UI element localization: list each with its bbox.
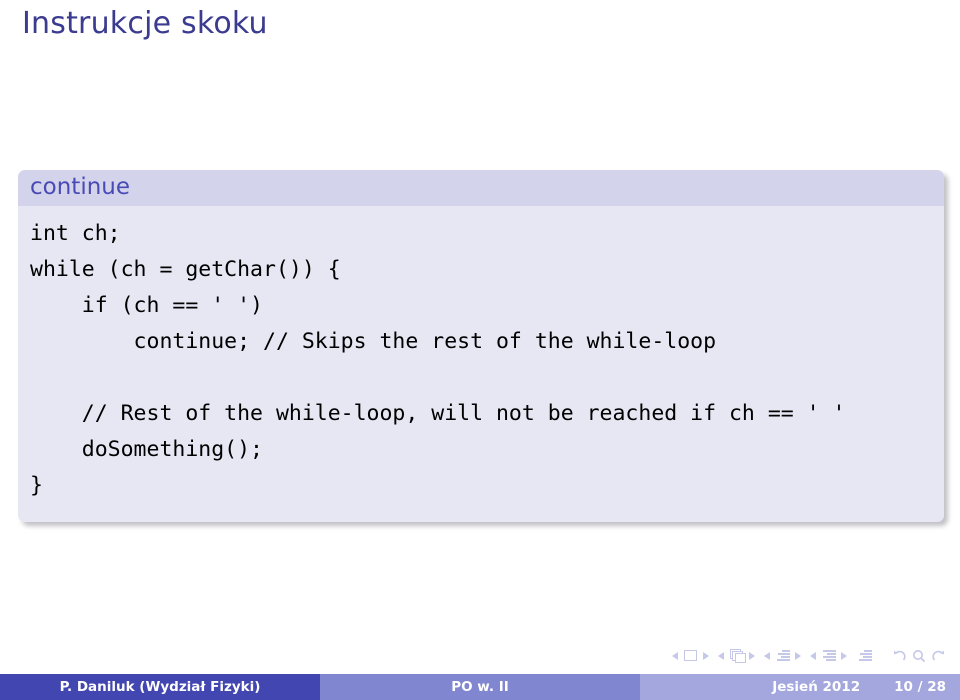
beamer-navigation-bar[interactable] xyxy=(672,648,946,663)
footer-page-number: 10 / 28 xyxy=(894,679,946,695)
forward-icon[interactable] xyxy=(931,649,946,663)
footer-author: P. Daniluk (Wydział Fizyki) xyxy=(0,674,320,700)
previous-frame-icon[interactable] xyxy=(718,651,724,660)
code-block-body: int ch; while (ch = getChar()) { if (ch … xyxy=(18,206,944,523)
previous-slide-icon[interactable] xyxy=(672,651,678,660)
section-navigation-group[interactable] xyxy=(810,648,847,663)
slide-icon[interactable] xyxy=(682,648,699,663)
code-line: continue; // Skips the rest of the while… xyxy=(30,329,717,355)
footer-bar: P. Daniluk (Wydział Fizyki) PO w. II Jes… xyxy=(0,674,960,700)
subsection-icon[interactable] xyxy=(774,648,791,663)
footer-right: Jesień 2012 10 / 28 xyxy=(640,674,960,700)
previous-section-icon[interactable] xyxy=(810,651,816,660)
footer-course: PO w. II xyxy=(320,674,640,700)
subsection-navigation-group[interactable] xyxy=(764,648,801,663)
frame-icon[interactable] xyxy=(728,648,746,663)
previous-subsection-icon[interactable] xyxy=(764,651,770,660)
next-slide-icon[interactable] xyxy=(703,651,709,660)
section-icon[interactable] xyxy=(820,648,837,663)
code-block: continue int ch; while (ch = getChar()) … xyxy=(18,170,944,523)
code-line: while (ch = getChar()) { xyxy=(30,257,341,283)
back-icon[interactable] xyxy=(892,649,907,663)
code-line: // Rest of the while-loop, will not be r… xyxy=(30,401,846,427)
slide-navigation-group[interactable] xyxy=(672,648,709,663)
code-block-title: continue xyxy=(18,170,944,207)
navigation-tools[interactable] xyxy=(892,649,946,663)
presentation-icon[interactable] xyxy=(856,648,873,663)
code-line: if (ch == ' ') xyxy=(30,293,263,319)
next-subsection-icon[interactable] xyxy=(795,651,801,660)
frame-navigation-group[interactable] xyxy=(718,648,755,663)
search-icon[interactable] xyxy=(912,649,926,663)
next-section-icon[interactable] xyxy=(841,651,847,660)
presentation-navigation-group[interactable] xyxy=(856,648,873,663)
footer-term: Jesień 2012 xyxy=(772,679,861,695)
page-title: Instrukcje skoku xyxy=(22,6,268,41)
code-line: doSomething(); xyxy=(30,437,263,463)
code-line: } xyxy=(30,473,43,499)
code-line: int ch; xyxy=(30,221,121,247)
next-frame-icon[interactable] xyxy=(749,651,755,660)
